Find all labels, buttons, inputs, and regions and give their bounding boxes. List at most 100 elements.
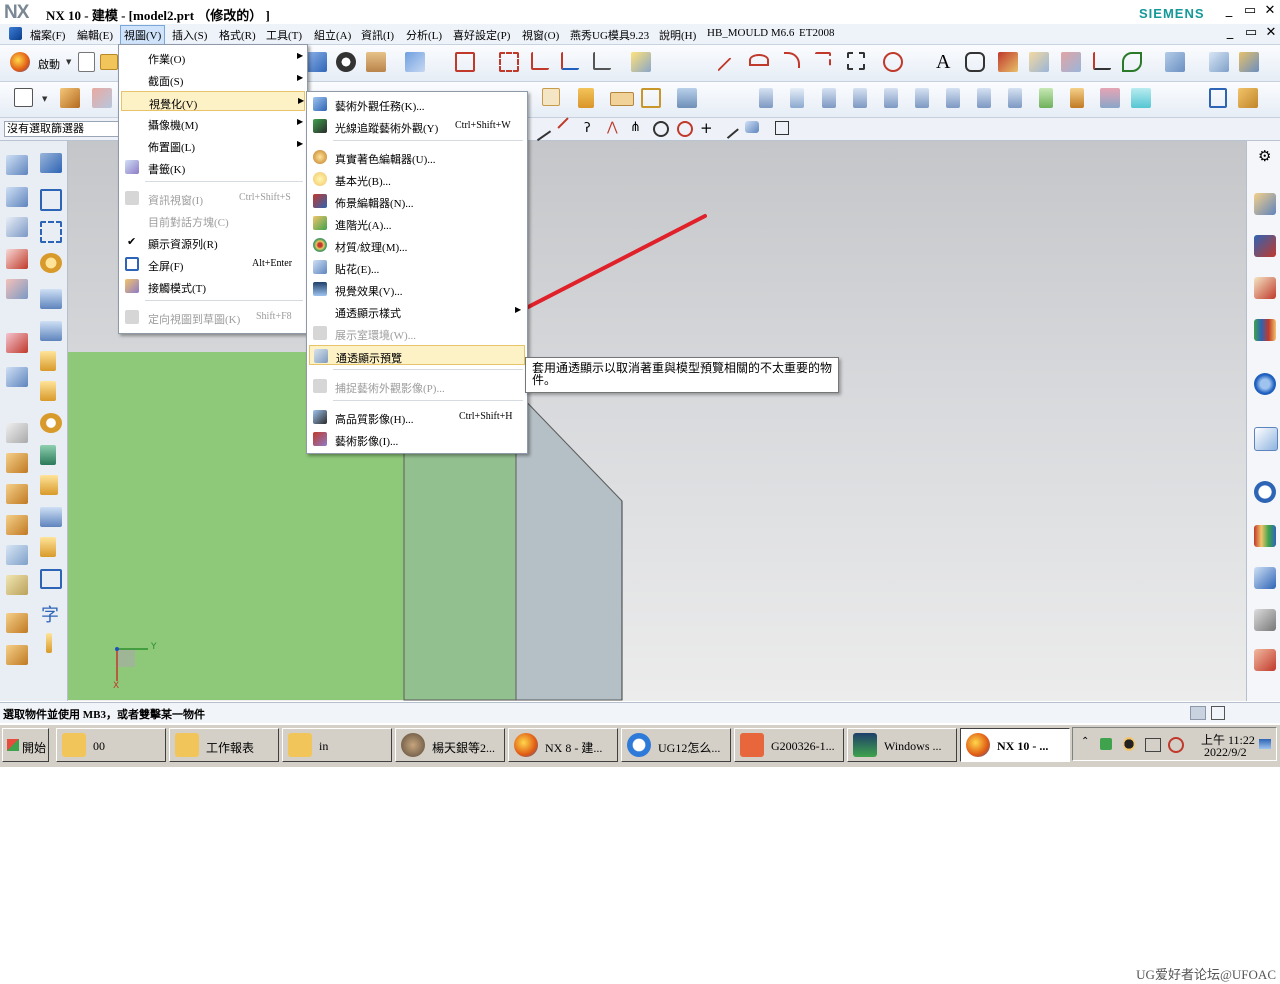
gear-icon[interactable]: ⚙ [1258, 147, 1271, 165]
plate-icon[interactable] [40, 189, 62, 211]
app-menu-icon[interactable] [9, 27, 22, 40]
cooling-icon[interactable] [1039, 88, 1053, 108]
menu-tools[interactable]: 工具(T) [266, 27, 302, 43]
ruled-icon[interactable] [6, 249, 28, 269]
menu-format[interactable]: 格式(R) [219, 27, 256, 43]
fillet-curve-icon[interactable] [784, 52, 800, 68]
history-icon[interactable] [1254, 427, 1278, 451]
viz-item-artistic-appearance-task[interactable]: 藝術外觀任務(K)... [309, 94, 525, 114]
view-menu-item-fullscreen[interactable]: 全屏(F) Alt+Enter [121, 254, 305, 274]
viz-item-high-quality-image[interactable]: 高品質影像(H)... Ctrl+Shift+H [309, 407, 525, 427]
mold-base-icon[interactable] [1100, 88, 1120, 108]
snap-intersection-icon[interactable]: ⋀ [607, 120, 618, 135]
snap-end-icon[interactable] [557, 117, 579, 139]
sketch-icon[interactable] [14, 88, 33, 107]
viz-item-materials-textures[interactable]: 材質/紋理(M)... [309, 235, 525, 255]
circle-icon[interactable] [883, 52, 903, 72]
csys-icon[interactable] [531, 52, 549, 70]
task-item[interactable]: UG12怎么... [621, 728, 731, 762]
project-curve-icon[interactable] [998, 52, 1018, 72]
doc-close-button[interactable]: ✕ [1263, 25, 1279, 41]
extension-icon[interactable] [6, 367, 28, 387]
snap-curve-icon[interactable]: ʔ [584, 121, 591, 136]
open-folder-icon[interactable] [100, 54, 118, 70]
assembly-navigator-icon[interactable] [1254, 193, 1276, 215]
stack-plates-icon[interactable] [40, 289, 62, 309]
task-item[interactable]: 楊天銀等2... [395, 728, 505, 762]
view-menu-item-layout[interactable]: 佈置圖(L) ▶ [121, 135, 305, 155]
layer-icon[interactable] [1209, 88, 1227, 108]
clock-icon[interactable] [1254, 481, 1276, 503]
pocket-icon[interactable] [641, 88, 661, 108]
view-menu-item-section[interactable]: 截面(S) ▶ [121, 69, 305, 89]
minimize-button[interactable]: _ [1221, 3, 1237, 19]
assembly-icon[interactable] [1238, 88, 1258, 108]
bushing-icon[interactable] [884, 88, 898, 108]
task-item[interactable]: NX 8 - 建... [508, 728, 618, 762]
sprue-icon[interactable] [790, 88, 804, 108]
surface-mesh-icon[interactable] [6, 155, 28, 175]
constraint-navigator-icon[interactable] [1254, 235, 1276, 257]
point-icon[interactable] [593, 52, 611, 70]
rectangle-icon[interactable] [847, 52, 865, 70]
view-orient-icon[interactable] [405, 52, 425, 72]
reuse-library-icon[interactable] [1254, 319, 1276, 341]
lifter-icon[interactable] [40, 569, 62, 589]
bounded-plane-icon[interactable] [6, 333, 28, 353]
array-component-icon[interactable] [6, 645, 28, 665]
menu-assemblies[interactable]: 組立(A) [314, 27, 351, 43]
viz-item-showroom-environment[interactable]: 展示室環境(W)... [309, 323, 525, 343]
axis-icon[interactable] [561, 52, 579, 70]
menu-window[interactable]: 視窗(O) [522, 27, 559, 43]
viz-item-capture-studio-image[interactable]: 捕捉藝術外觀影像(P)... [309, 376, 525, 396]
component-new-icon[interactable] [6, 484, 28, 504]
component-move-icon[interactable] [6, 515, 28, 535]
nozzle-icon[interactable] [1070, 88, 1084, 108]
info-web-icon[interactable] [1254, 373, 1276, 395]
desktop-icon[interactable] [1259, 739, 1271, 749]
t-slot-icon[interactable] [40, 475, 58, 495]
system-materials-icon[interactable] [1254, 525, 1276, 547]
extrude-icon[interactable] [1239, 52, 1259, 72]
mold-plates-icon[interactable] [40, 321, 62, 341]
viz-item-visual-effects[interactable]: 視覺效果(V)... [309, 279, 525, 299]
restore-button[interactable]: ▭ [1242, 3, 1258, 19]
task-item-active[interactable]: NX 10 - ... [960, 728, 1070, 762]
feature-icon[interactable] [60, 88, 80, 108]
datum-csys-icon[interactable] [455, 52, 475, 72]
spline-icon[interactable] [1093, 52, 1111, 70]
edit-feature-icon[interactable] [92, 88, 112, 108]
view-menu-item-operation[interactable]: 作業(O) ▶ [121, 47, 305, 67]
fullscreen-status-icon[interactable] [1211, 706, 1225, 720]
arc-icon[interactable] [749, 54, 769, 66]
view-menu-item-touch-mode[interactable]: 接觸模式(T) [121, 276, 305, 296]
viz-item-see-thru-style[interactable]: 通透顯示樣式 ▶ [309, 301, 525, 321]
viz-item-decal[interactable]: 貼花(E)... [309, 257, 525, 277]
menu-analysis[interactable]: 分析(L) [406, 27, 442, 43]
ejector-icon[interactable] [40, 445, 56, 465]
pad-icon[interactable] [610, 92, 634, 106]
guide-pin-icon[interactable] [853, 88, 867, 108]
pin-icon[interactable] [40, 381, 56, 401]
bridge-curve-icon[interactable] [1165, 52, 1185, 72]
n-sided-icon[interactable] [6, 279, 28, 299]
viz-item-see-thru-preview[interactable]: 通透顯示預覽 [309, 345, 525, 365]
roles-icon[interactable] [1254, 609, 1276, 631]
draft-icon[interactable] [578, 88, 594, 108]
section-curve-icon[interactable] [1061, 52, 1081, 72]
start-label[interactable]: 啟動 [38, 56, 60, 72]
snap-point-icon[interactable]: + [700, 119, 713, 137]
filter-status-icon[interactable] [1190, 706, 1206, 720]
chain-link-icon[interactable] [6, 575, 28, 595]
target-icon[interactable] [40, 413, 62, 433]
text-tool-icon[interactable]: A [936, 51, 950, 74]
menu-view[interactable]: 視圖(V) [120, 25, 166, 45]
menu-file[interactable]: 檔案(F) [30, 27, 65, 43]
menu-preferences[interactable]: 喜好設定(P) [453, 27, 510, 43]
view-menu-item-bookmarks[interactable]: 書籤(K) [121, 157, 305, 177]
task-item[interactable]: G200326-1... [734, 728, 844, 762]
snap-surface-icon[interactable] [745, 121, 759, 133]
snap-center-icon[interactable] [653, 121, 669, 137]
block-icon[interactable] [307, 52, 327, 72]
menu-insert[interactable]: 插入(S) [172, 27, 207, 43]
